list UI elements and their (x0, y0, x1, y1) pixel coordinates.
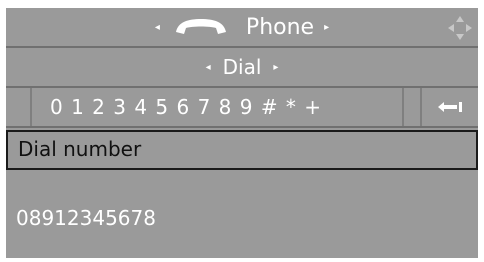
keypad-characters[interactable]: 0 1 2 3 4 5 6 7 8 9 # * + (50, 95, 322, 119)
backspace-arrow-icon (438, 102, 462, 112)
joystick-direction-icon (448, 16, 472, 40)
right-arrow-icon[interactable]: ▸ (324, 22, 329, 33)
dial-number-label: Dial number (18, 137, 142, 161)
header-content: ◂ Phone ▸ (6, 8, 478, 46)
header-bar[interactable]: ◂ Phone ▸ (6, 8, 478, 48)
dial-number-field[interactable]: Dial number (6, 130, 478, 170)
left-arrow-icon[interactable]: ◂ (155, 22, 160, 33)
dial-title: Dial (222, 55, 262, 79)
keypad-right-divider (402, 88, 404, 126)
dial-left-arrow-icon[interactable]: ◂ (206, 62, 211, 73)
page-title: Phone (245, 14, 315, 40)
backspace-button[interactable] (422, 88, 478, 126)
keypad-left-divider (30, 88, 32, 126)
phone-handset-icon (175, 19, 226, 34)
dial-right-arrow-icon[interactable]: ▸ (273, 62, 278, 73)
dialed-number: 08912345678 (16, 206, 156, 230)
keypad-bar: 0 1 2 3 4 5 6 7 8 9 # * + (6, 88, 478, 128)
subheader-content: ◂ Dial ▸ (6, 48, 478, 86)
subheader-bar[interactable]: ◂ Dial ▸ (6, 48, 478, 88)
phone-screen: ◂ Phone ▸ ◂ Dial ▸ 0 1 2 3 4 5 6 7 8 9 #… (6, 8, 478, 258)
